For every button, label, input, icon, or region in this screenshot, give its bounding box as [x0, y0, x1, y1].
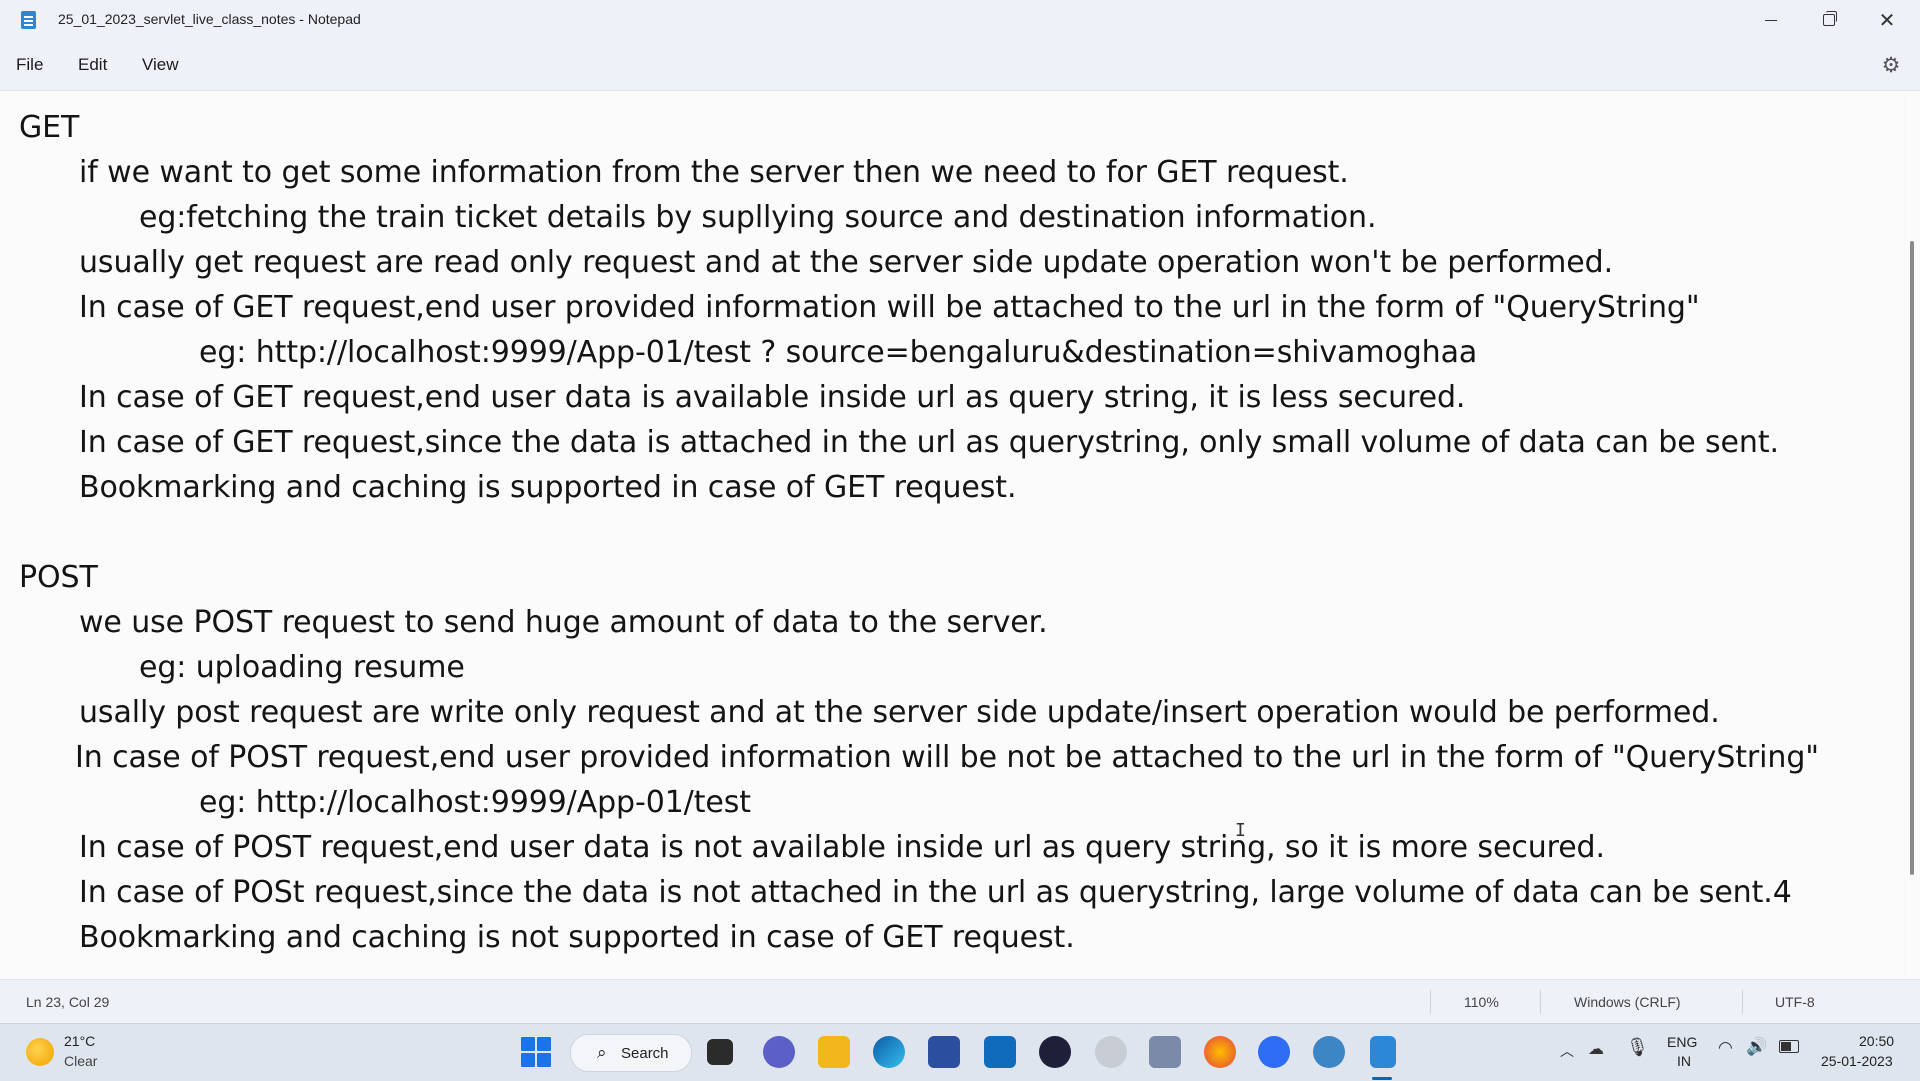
- firefox-icon[interactable]: [1204, 1036, 1236, 1068]
- menu-edit[interactable]: Edit: [78, 55, 107, 75]
- editor-line: Bookmarking and caching is not supported…: [79, 920, 1075, 955]
- line-ending[interactable]: Windows (CRLF): [1574, 994, 1681, 1010]
- store-icon[interactable]: [928, 1036, 960, 1068]
- network-app-icon[interactable]: [1313, 1036, 1345, 1068]
- editor-line: we use POST request to send huge amount …: [79, 605, 1048, 640]
- close-button[interactable]: ✕: [1858, 0, 1916, 40]
- editor-line: In case of GET request,end user provided…: [79, 290, 1700, 325]
- weather-condition[interactable]: Clear: [64, 1053, 97, 1069]
- minimize-button[interactable]: [1742, 0, 1800, 40]
- zoom-icon[interactable]: [1258, 1036, 1290, 1068]
- status-divider: [1742, 990, 1743, 1014]
- mail-icon[interactable]: [984, 1036, 1016, 1068]
- minimize-icon: [1765, 19, 1777, 21]
- chat-icon[interactable]: [763, 1036, 795, 1068]
- chevron-up-icon[interactable]: ︿: [1560, 1041, 1574, 1061]
- restore-icon: [1823, 11, 1837, 26]
- notepad-icon: [21, 11, 36, 29]
- app-icon[interactable]: [1095, 1036, 1127, 1068]
- settings-gear-icon[interactable]: ⚙: [1880, 54, 1902, 76]
- taskbar-search[interactable]: ⌕ Search: [570, 1034, 692, 1072]
- language-indicator[interactable]: ENG: [1667, 1034, 1697, 1050]
- volume-icon[interactable]: 🔊: [1746, 1037, 1767, 1057]
- search-icon: ⌕: [597, 1043, 607, 1062]
- onedrive-cloud-icon[interactable]: ☁: [1588, 1039, 1604, 1059]
- snipping-icon[interactable]: [1149, 1036, 1181, 1068]
- mouse-ibeam-cursor: I: [1235, 820, 1246, 841]
- zoom-level[interactable]: 110%: [1464, 994, 1499, 1010]
- editor-line: In case of GET request,end user data is …: [79, 380, 1466, 415]
- status-bar: Ln 23, Col 29 110% Windows (CRLF) UTF-8: [0, 979, 1920, 1024]
- editor-line: usually get request are read only reques…: [79, 245, 1614, 280]
- menu-bar: File Edit View: [0, 40, 1920, 91]
- menu-view[interactable]: View: [142, 55, 179, 75]
- vertical-scrollbar[interactable]: [1906, 91, 1920, 979]
- clock-time[interactable]: 20:50: [1859, 1033, 1894, 1049]
- notepad-taskbar-icon[interactable]: [1370, 1036, 1396, 1068]
- taskbar: 21°C Clear ⌕ Search ︿ ☁ 🎙 ENG IN ◠ 🔊 20:…: [0, 1023, 1920, 1081]
- window-title: 25_01_2023_servlet_live_class_notes - No…: [58, 11, 361, 27]
- weather-moon-icon[interactable]: [26, 1038, 54, 1066]
- editor-line: In case of GET request,since the data is…: [79, 425, 1779, 460]
- file-explorer-icon[interactable]: [818, 1036, 850, 1068]
- battery-icon[interactable]: [1779, 1040, 1799, 1053]
- editor-line: eg: http://localhost:9999/App-01/test ? …: [199, 335, 1478, 370]
- encoding[interactable]: UTF-8: [1775, 994, 1815, 1010]
- cursor-position: Ln 23, Col 29: [26, 994, 110, 1010]
- maximize-button[interactable]: [1800, 0, 1858, 40]
- editor-line: GET: [19, 110, 80, 145]
- close-icon: ✕: [1878, 8, 1896, 32]
- title-bar: 25_01_2023_servlet_live_class_notes - No…: [0, 0, 1920, 40]
- microphone-icon[interactable]: 🎙: [1626, 1037, 1649, 1058]
- status-divider: [1540, 990, 1541, 1014]
- editor-line: POST: [19, 560, 98, 595]
- clock-date[interactable]: 25-01-2023: [1821, 1053, 1893, 1069]
- weather-temperature[interactable]: 21°C: [64, 1033, 95, 1049]
- status-divider: [1430, 990, 1431, 1014]
- language-region[interactable]: IN: [1677, 1053, 1691, 1069]
- editor-line: eg: http://localhost:9999/App-01/test: [199, 785, 751, 820]
- editor-line: if we want to get some information from …: [79, 155, 1349, 190]
- text-editor[interactable]: GET if we want to get some information f…: [0, 91, 1904, 979]
- windows-start-icon[interactable]: [521, 1037, 551, 1067]
- menu-file[interactable]: File: [16, 55, 43, 75]
- editor-line: In case of POST request,end user data is…: [79, 830, 1605, 865]
- scrollbar-thumb[interactable]: [1910, 241, 1914, 875]
- editor-line: usally post request are write only reque…: [79, 695, 1720, 730]
- media-icon[interactable]: [1039, 1036, 1071, 1068]
- task-view-icon[interactable]: [707, 1039, 733, 1065]
- editor-line: eg:fetching the train ticket details by …: [139, 200, 1377, 235]
- editor-line: In case of POST request,end user provide…: [75, 740, 1819, 775]
- edge-icon[interactable]: [873, 1036, 905, 1068]
- editor-line: eg: uploading resume: [139, 650, 465, 685]
- search-label: Search: [621, 1045, 669, 1062]
- editor-line: In case of POSt request,since the data i…: [79, 875, 1792, 910]
- editor-line: Bookmarking and caching is supported in …: [79, 470, 1017, 505]
- wifi-icon[interactable]: ◠: [1718, 1038, 1733, 1058]
